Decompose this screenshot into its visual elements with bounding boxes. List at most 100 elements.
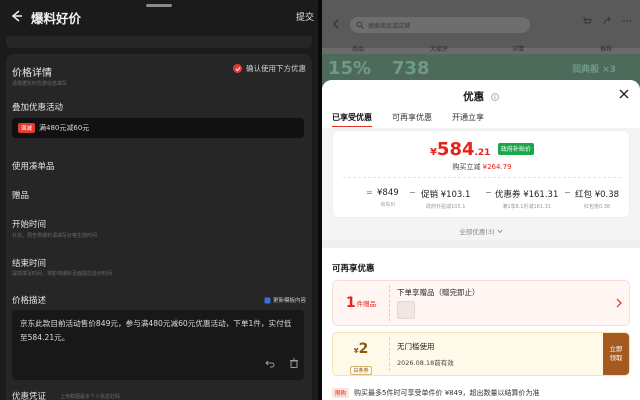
end-time-field[interactable]: 结束时间 [12, 257, 46, 269]
start-time-field[interactable]: 开始时间 [12, 218, 46, 230]
price-breakdown: = ¥849 京东价 − 促销 ¥103.1 政府补贴减103.1 − 优惠券 … [333, 186, 631, 214]
breakdown-operator: = [366, 188, 373, 197]
left-pane: 爆料好价 提交 价格详情 请根据实时优惠信息填写 确认使用下方优惠 叠加优惠活动… [0, 0, 318, 400]
price-currency: ¥ [429, 147, 437, 158]
discount-sheet: 优惠 已享受优惠 可再享优惠 开通立享 ¥584.21 政府补贴价 购买立减 ¥… [322, 80, 640, 400]
more-icon[interactable] [622, 16, 632, 26]
breakdown-value: 红包 ¥0.38 [575, 190, 620, 200]
breakdown-sub: 京东价 [380, 202, 396, 208]
tab-open-enjoy[interactable]: 开通立享 [452, 112, 484, 127]
trash-icon[interactable] [289, 358, 299, 368]
submit-button[interactable]: 提交 [296, 10, 314, 23]
chevron-down-icon [497, 229, 503, 234]
discount-tabs: 已享受优惠 可再享优惠 开通立享 [332, 112, 484, 127]
proof-hint: 上传截图最多个人信息打码 [60, 394, 121, 400]
search-placeholder: 搜索商品或店铺 [368, 23, 411, 30]
breakdown-sub: 政府补贴减103.1 [426, 204, 466, 210]
price-description-label: 价格描述 [12, 296, 47, 306]
notice-tag: 限购 [332, 388, 350, 398]
gift-count: 1 件赠品 [333, 281, 389, 325]
cart-icon[interactable] [582, 16, 592, 26]
start-time-hint: 补充，预告类爆料请填写价格生效时间 [12, 233, 98, 239]
proof-label: 优惠凭证 [12, 392, 47, 400]
update-template-text: 更新模板内容 [272, 298, 306, 304]
banner-text: 润典般 ×3 [572, 65, 616, 75]
breakdown-sub: 满1享8.1折减161.31 [502, 204, 551, 210]
use-voucher-item-field[interactable]: 使用凑单品 [12, 160, 55, 172]
all-discounts-label: 全部优惠(3) [459, 228, 495, 236]
coupon-divider [389, 337, 390, 371]
breakdown-item-redpacket: 红包 ¥0.38 红包抵0.38 [575, 188, 619, 210]
back-icon[interactable] [330, 18, 342, 30]
all-discounts-toggle[interactable]: 全部优惠(3) [322, 226, 640, 236]
product-tabs: 商品 大家评 详情 推荐 [322, 40, 640, 54]
stack-discount-label: 叠加优惠活动 [12, 103, 64, 113]
section-separator [322, 240, 640, 248]
more-discounts-section: 可再享优惠 1 件赠品 下单享赠品（赠完即止） ¥2 白条券 无门槛使用 2026… [322, 248, 640, 400]
price-integer: 584 [436, 139, 475, 160]
product-tab[interactable]: 大家评 [430, 44, 448, 53]
info-icon[interactable] [491, 93, 499, 101]
coupon-amount: ¥2 [333, 338, 389, 357]
breakdown-value: ¥849 [377, 188, 399, 198]
breakdown-item-jd-price: ¥849 京东价 [377, 188, 399, 208]
coupon-amount-number: 2 [358, 341, 369, 357]
product-top-bar: 搜索商品或店铺 商品 大家评 详情 推荐 [322, 0, 640, 53]
check-circle-icon [233, 64, 242, 73]
buy-save-value: ¥264.79 [482, 163, 512, 171]
tab-more-available[interactable]: 可再享优惠 [392, 112, 432, 127]
breakdown-operator: − [485, 188, 492, 197]
coupon-tag: 满减 [18, 123, 36, 133]
notice-text: 购买最多5件时可享受单件价 ¥849，超出数量以结算价为准 [354, 389, 540, 397]
chevron-right-icon[interactable] [615, 298, 623, 308]
top-card-edge [6, 36, 312, 48]
undo-icon[interactable] [265, 358, 275, 368]
confirm-use-discount-toggle[interactable]: 确认使用下方优惠 [233, 63, 306, 74]
page-title: 爆料好价 [31, 11, 82, 26]
price-description-input[interactable]: 京东此款目前活动售价849元，参与满480元减60元优惠活动，下单1件，实付低至… [12, 310, 304, 380]
breakdown-value: 促销 ¥103.1 [421, 190, 471, 200]
gift-thumbnail[interactable] [397, 301, 415, 319]
breakdown-item-coupon: 优惠券 ¥161.31 满1享8.1折减161.31 [495, 188, 558, 210]
breakdown-value: 优惠券 ¥161.31 [495, 190, 559, 200]
final-price: ¥584.21 政府补贴价 [333, 139, 631, 160]
product-tab[interactable]: 详情 [512, 44, 524, 53]
update-template-link[interactable]: 更新模板内容 [264, 296, 306, 304]
more-discounts-title: 可再享优惠 [332, 264, 375, 274]
buy-save-label: 购买立减 [452, 163, 481, 171]
breakdown-operator: − [564, 188, 571, 197]
gift-offer-card[interactable]: 1 件赠品 下单享赠品（赠完即止） [332, 280, 630, 326]
breakdown-item-promo: 促销 ¥103.1 政府补贴减103.1 [421, 188, 470, 210]
tab-enjoyed[interactable]: 已享受优惠 [332, 112, 372, 127]
coupon-amount-block: ¥2 白条券 [333, 333, 389, 375]
coupon-title: 无门槛使用 [397, 342, 435, 351]
back-arrow-icon[interactable] [8, 8, 24, 24]
left-top-bar: 爆料好价 提交 [0, 0, 318, 32]
gift-field[interactable]: 赠品 [12, 189, 29, 201]
search-icon [356, 21, 364, 29]
coupon-type-label: 白条券 [350, 366, 372, 375]
close-icon[interactable] [618, 88, 630, 100]
banner-text: 738 [392, 58, 430, 79]
baitiao-coupon-card: ¥2 白条券 无门槛使用 2026.08.18前有效 立即领取 [332, 332, 630, 376]
gov-subsidy-badge: 政府补贴价 [498, 142, 535, 155]
template-icon [264, 297, 271, 303]
gift-count-unit: 件赠品 [356, 300, 377, 308]
claim-coupon-button[interactable]: 立即领取 [603, 333, 629, 375]
sheet-header: 优惠 已享受优惠 可再享优惠 开通立享 [322, 80, 640, 128]
gift-count-number: 1 [345, 295, 356, 311]
end-time-hint: 提前填写时间，将影响爆料页面提前显示时间 [12, 271, 113, 277]
buy-save-row: 购买立减 ¥264.79 [333, 162, 631, 172]
banner-text: 15% [328, 58, 372, 79]
final-price-card: ¥584.21 政府补贴价 购买立减 ¥264.79 = ¥849 京东价 − … [332, 130, 630, 218]
product-search-input[interactable]: 搜索商品或店铺 [350, 17, 530, 33]
product-tab[interactable]: 商品 [352, 44, 364, 53]
product-tab[interactable]: 推荐 [600, 44, 612, 53]
product-top-actions [582, 16, 632, 26]
breakdown-sub: 红包抵0.38 [583, 204, 611, 210]
share-icon[interactable] [602, 16, 612, 26]
breakdown-operator: − [409, 188, 416, 197]
coupon-text: 满480元减60元 [39, 124, 90, 132]
stacked-coupon-chip[interactable]: 满减 满480元减60元 [12, 118, 304, 138]
section-title: 价格详情 [12, 68, 52, 79]
